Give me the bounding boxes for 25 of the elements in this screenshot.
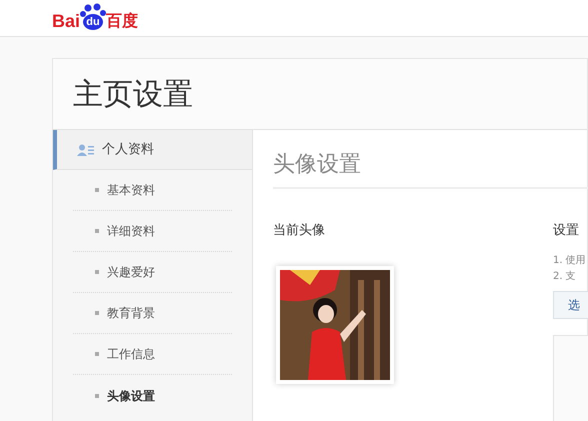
sidebar-item[interactable]: 教育背景 [107, 304, 155, 322]
current-avatar-label: 当前头像 [273, 222, 326, 240]
bullet-icon [95, 270, 99, 274]
bullet-icon [95, 352, 99, 356]
sidebar-section[interactable]: 个人资料 [53, 130, 252, 170]
sidebar-item[interactable]: 详细资料 [107, 222, 155, 240]
tip-text: 1. 使用 [553, 254, 587, 268]
sidebar-item[interactable]: 基本资料 [107, 181, 155, 199]
bullet-icon [95, 229, 99, 233]
bullet-icon [95, 394, 99, 398]
contact-card-icon [77, 144, 94, 156]
page-title: 主页设置 [73, 76, 193, 114]
sidebar-item[interactable]: 工作信息 [107, 345, 155, 363]
paw-logo: du [80, 3, 106, 31]
logo-text: Bai [52, 11, 80, 31]
bullet-icon [95, 311, 99, 315]
logo[interactable]: Bai du 百度 [52, 3, 138, 31]
sidebar-item[interactable]: 兴趣爱好 [107, 263, 155, 281]
tip-text: 2. 支 [553, 270, 577, 284]
choose-button[interactable]: 选 [553, 290, 588, 318]
new-avatar-label: 设置 [553, 222, 580, 240]
logo-text: 百度 [106, 11, 138, 31]
bullet-icon [95, 188, 99, 192]
sidebar-item[interactable]: 头像设置 [107, 386, 155, 404]
section-title: 头像设置 [273, 152, 361, 177]
